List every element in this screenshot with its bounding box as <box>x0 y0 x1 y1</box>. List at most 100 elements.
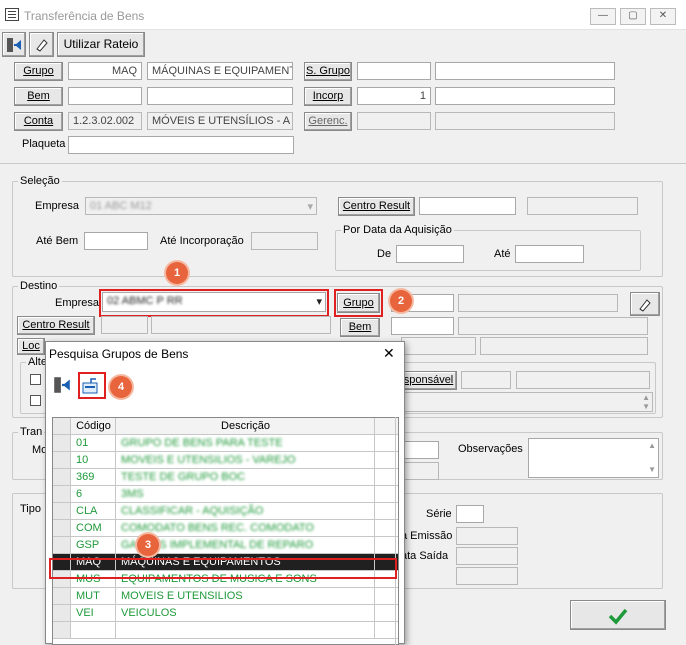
select-record-icon <box>82 378 98 394</box>
title-bar: Transferência de Bens — ▢ ✕ <box>0 0 686 30</box>
transf-field-1[interactable] <box>401 441 439 459</box>
row-descricao: GRUPO DE BENS PARA TESTE <box>117 435 375 451</box>
row-codigo: GSP <box>72 537 116 553</box>
row-codigo: 6 <box>72 486 116 502</box>
window-title: Transferência de Bens <box>24 9 145 23</box>
conta-desc-field[interactable]: MÓVEIS E UTENSÍLIOS - A <box>147 112 293 130</box>
table-row[interactable]: 6 3MS <box>53 486 398 503</box>
observacoes-field[interactable]: ▲ ▼ <box>528 438 659 478</box>
step-badge-2: 2 <box>390 290 412 312</box>
col-descricao[interactable]: Descrição <box>117 418 375 434</box>
grupos-grid: Código Descrição 01 GRUPO DE BENS PARA TE… <box>52 417 399 645</box>
selecao-centro-result-button[interactable]: Centro Result <box>338 197 415 216</box>
chevron-down-icon: ▾ <box>316 296 322 308</box>
eraser-button[interactable] <box>29 32 54 57</box>
grupo-button[interactable]: Grupo <box>14 62 63 81</box>
data-emissao-field[interactable] <box>456 527 518 545</box>
ate-date-field[interactable] <box>515 245 584 263</box>
ok-button[interactable] <box>570 600 666 630</box>
destino-grupo-button[interactable]: Grupo <box>337 293 380 313</box>
de-label: De <box>377 248 392 260</box>
table-row[interactable]: 10 MOVEIS E UTENSILIOS - VAREJO <box>53 452 398 469</box>
incorp-button[interactable]: Incorp <box>304 87 352 106</box>
alteracao-checkbox-2[interactable] <box>30 395 41 406</box>
data-saida-field[interactable] <box>456 547 518 565</box>
row-descricao: CLASSIFICAR - AQUISIÇÃO <box>117 503 375 519</box>
bem-code-field[interactable] <box>68 87 142 105</box>
destino-bem-button[interactable]: Bem <box>340 318 380 337</box>
table-row[interactable]: 01 GRUPO DE BENS PARA TESTE <box>53 435 398 452</box>
checkmark-icon <box>608 608 628 625</box>
dialog-exit-button[interactable] <box>52 372 74 398</box>
step-badge-4: 4 <box>110 376 132 398</box>
destino-eraser-button[interactable] <box>630 292 660 316</box>
alteracao-memo[interactable]: ▲ ▼ <box>401 392 653 412</box>
grupo-desc-field[interactable]: MÁQUINAS E EQUIPAMENT <box>147 62 293 80</box>
row-descricao: MOVEIS E UTENSILIOS <box>117 588 375 604</box>
destino-loc-desc <box>480 337 648 355</box>
ate-bem-field[interactable] <box>84 232 148 250</box>
destino-bem-desc-field <box>458 317 648 335</box>
gerenc-code-field[interactable] <box>357 112 431 130</box>
plaqueta-field[interactable] <box>68 136 294 154</box>
row-codigo: VEI <box>72 605 116 621</box>
row-codigo: MUT <box>72 588 116 604</box>
close-button[interactable]: ✕ <box>650 8 676 25</box>
gerenc-desc-field[interactable] <box>435 112 615 130</box>
conta-code-field[interactable]: 1.2.3.02.002 <box>68 112 142 130</box>
bem-desc-field[interactable] <box>147 87 293 105</box>
row-descricao: MOVEIS E UTENSILIOS - VAREJO <box>117 452 375 468</box>
responsavel-code-field[interactable] <box>461 371 511 389</box>
incorp-desc-field[interactable] <box>435 87 615 105</box>
data-saida-label: ata Saída <box>401 550 449 562</box>
de-date-field[interactable] <box>396 245 464 263</box>
scroll-down-icon: ▼ <box>648 465 656 474</box>
pesquisa-grupos-dialog: Pesquisa Grupos de Bens ✕ Código Descriç… <box>45 341 405 645</box>
minimize-button[interactable]: — <box>590 8 616 25</box>
responsavel-button[interactable]: sponsável <box>400 371 457 390</box>
col-codigo[interactable]: Código <box>72 418 116 434</box>
exit-door-icon <box>7 38 21 52</box>
destino-centro-result-button[interactable]: Centro Result <box>17 316 95 335</box>
dialog-select-button[interactable] <box>81 375 103 396</box>
subgrupo-desc-field[interactable] <box>435 62 615 80</box>
selecao-centro-result-field[interactable] <box>419 197 516 215</box>
destino-centro-result-field[interactable] <box>101 316 148 334</box>
dialog-title: Pesquisa Grupos de Bens <box>49 347 189 361</box>
maximize-button[interactable]: ▢ <box>620 8 646 25</box>
eraser-icon <box>35 39 48 52</box>
subgrupo-button[interactable]: S. Grupo <box>304 62 352 81</box>
ate-incorp-field[interactable] <box>251 232 318 250</box>
table-row[interactable]: VEI VEICULOS <box>53 605 398 622</box>
destino-loc-button[interactable]: Loc <box>17 338 45 355</box>
selecao-title: Seleção <box>18 175 62 187</box>
table-row[interactable]: CLA CLASSIFICAR - AQUISIÇÃO <box>53 503 398 520</box>
table-row[interactable]: COM COMODATO BENS REC. COMODATO <box>53 520 398 537</box>
incorp-field[interactable]: 1 <box>357 87 431 105</box>
destino-bem-code-field[interactable] <box>391 317 454 335</box>
bem-button[interactable]: Bem <box>14 87 63 106</box>
destino-empresa-select[interactable]: 02 ABMC P RR ▾ <box>102 292 326 312</box>
transf-field-2[interactable] <box>401 462 439 480</box>
serie-field[interactable] <box>456 505 484 523</box>
row-descricao: VEICULOS <box>117 605 375 621</box>
dialog-close-button[interactable]: ✕ <box>383 345 395 362</box>
subgrupo-code-field[interactable] <box>357 62 431 80</box>
grupo-code-field[interactable]: MAQ <box>68 62 142 80</box>
alteracao-checkbox-1[interactable] <box>30 374 41 385</box>
row-codigo: COM <box>72 520 116 536</box>
table-row[interactable]: 369 TESTE DE GRUPO BOC <box>53 469 398 486</box>
tipo-extra-field[interactable] <box>456 567 518 585</box>
utilizar-rateio-button[interactable]: Utilizar Rateio <box>57 32 145 57</box>
table-row[interactable]: GSP GASTOS IMPLEMENTAL DE REPARO <box>53 537 398 554</box>
observacoes-label: Observações <box>458 443 523 455</box>
table-row[interactable]: MUT MOVEIS E UTENSILIOS <box>53 588 398 605</box>
exit-button[interactable] <box>2 32 26 57</box>
gerenc-button[interactable]: Gerenc. <box>304 112 352 131</box>
conta-button[interactable]: Conta <box>14 112 63 131</box>
row-codigo: CLA <box>72 503 116 519</box>
selecao-empresa-select[interactable]: 01 ABC M12 ▾ <box>85 197 317 215</box>
row-codigo: 01 <box>72 435 116 451</box>
chevron-down-icon: ▾ <box>307 201 313 213</box>
destino-loc-field <box>401 337 476 355</box>
